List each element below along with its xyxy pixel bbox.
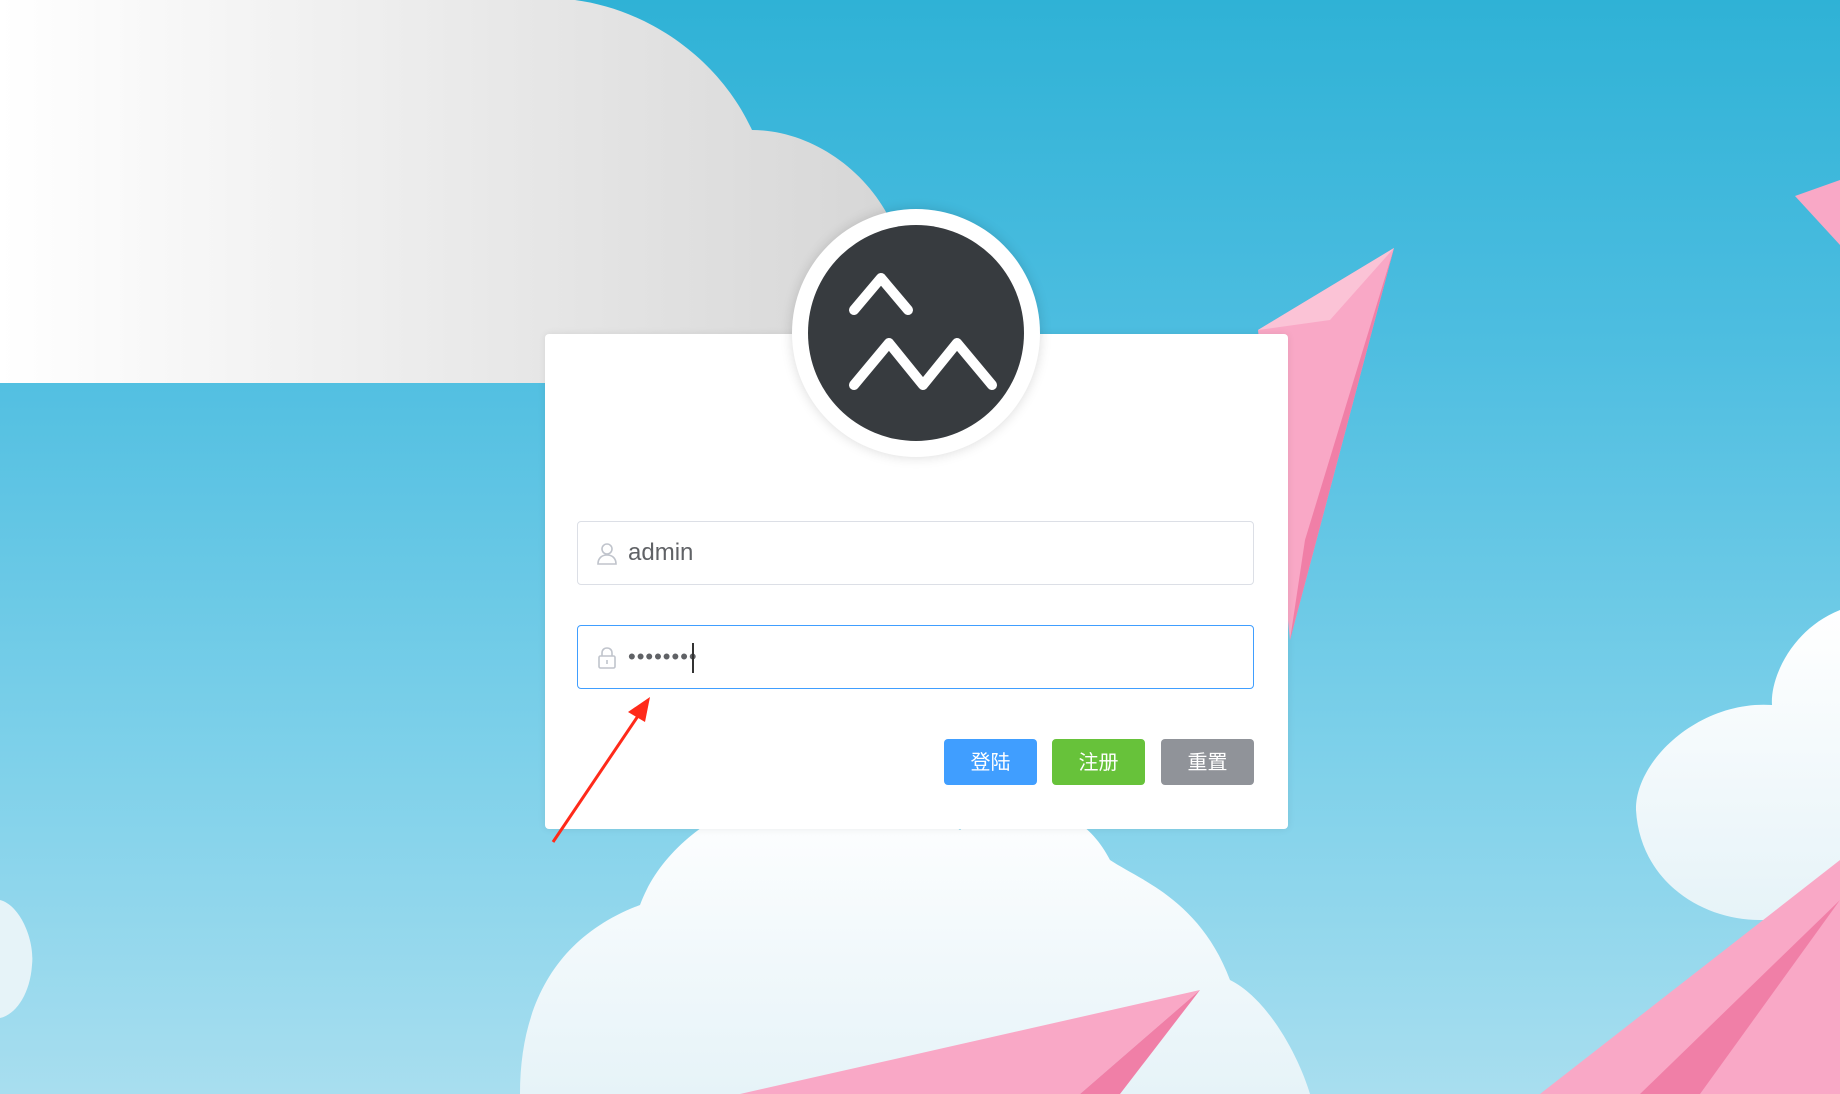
password-input[interactable] xyxy=(628,626,1228,688)
register-button[interactable]: 注册 xyxy=(1052,739,1145,785)
avatar xyxy=(808,225,1024,441)
login-button[interactable]: 登陆 xyxy=(944,739,1037,785)
username-field[interactable] xyxy=(577,521,1254,585)
cloud-right xyxy=(1635,610,1840,920)
cloud-bottom xyxy=(520,788,1310,1094)
reset-button[interactable]: 重置 xyxy=(1161,739,1254,785)
avatar-ring xyxy=(792,209,1040,457)
mountain-logo-icon xyxy=(849,273,997,390)
username-input[interactable] xyxy=(628,522,1228,584)
paper-plane-edge xyxy=(1795,180,1840,245)
user-icon xyxy=(596,542,618,566)
cloud-bottom-left xyxy=(0,900,33,1018)
password-field[interactable] xyxy=(577,625,1254,689)
cloud-top-left xyxy=(0,0,895,383)
text-caret xyxy=(692,643,694,673)
lock-icon xyxy=(596,646,618,670)
